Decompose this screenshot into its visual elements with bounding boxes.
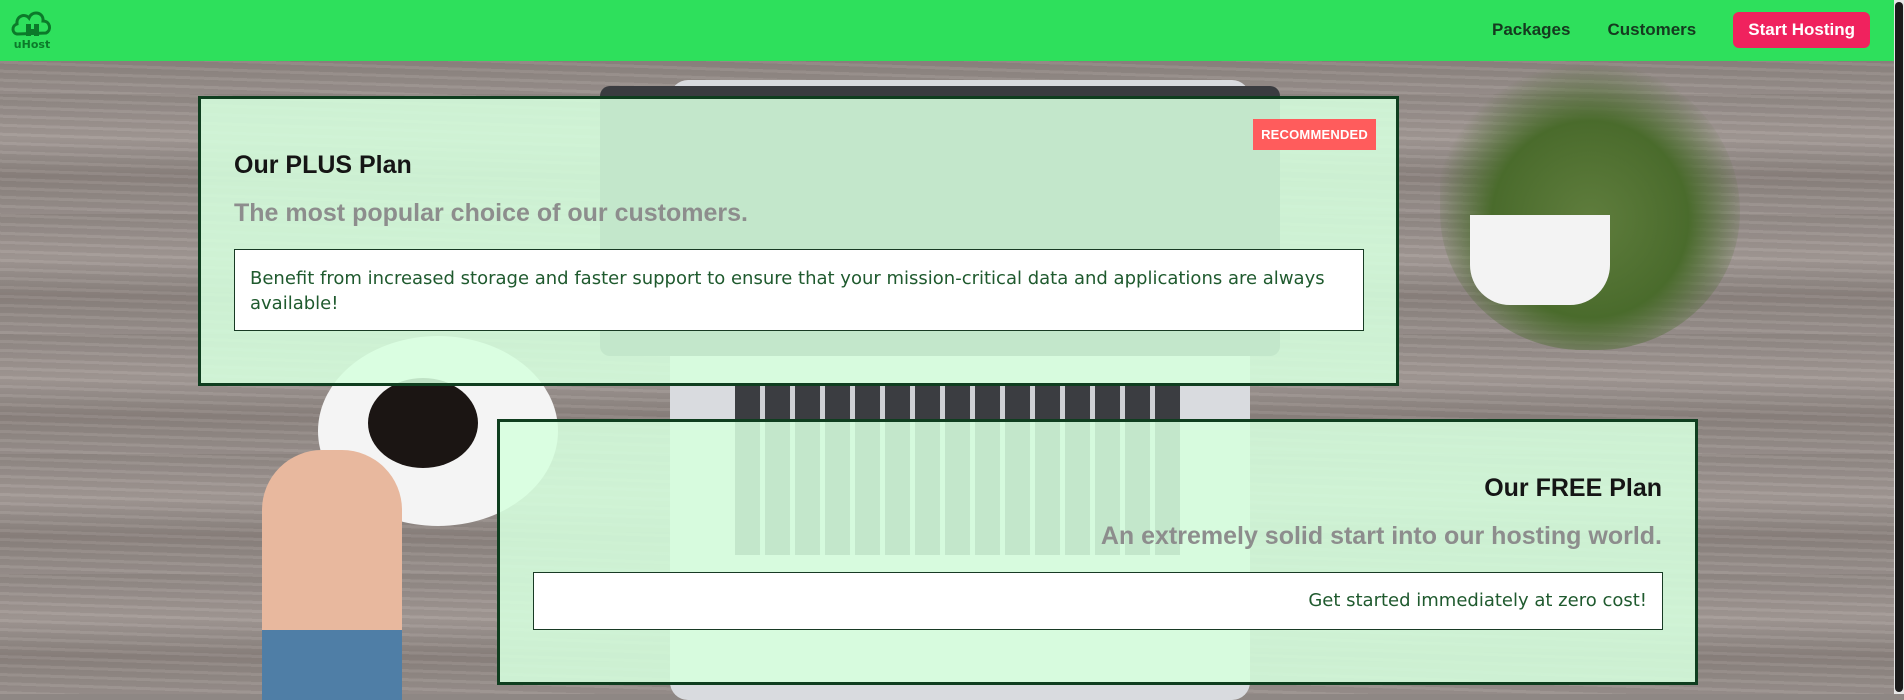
plan-subtitle: An extremely solid start into our hostin… [1100, 522, 1662, 550]
plan-title: Our PLUS Plan [234, 151, 412, 179]
plan-description: Benefit from increased storage and faste… [234, 249, 1364, 331]
background-hand [262, 450, 402, 650]
plan-card-plus[interactable]: RECOMMENDED Our PLUS Plan The most popul… [198, 96, 1399, 386]
nav-link-packages[interactable]: Packages [1492, 20, 1570, 40]
logo-text: uHost [13, 38, 51, 51]
plan-subtitle: The most popular choice of our customers… [234, 199, 748, 227]
nav-link-customers[interactable]: Customers [1607, 20, 1696, 40]
plan-description: Get started immediately at zero cost! [533, 572, 1663, 630]
scrollbar-thumb[interactable] [1895, 2, 1903, 692]
background-plant-pot [1470, 215, 1610, 305]
background-sleeve [262, 630, 402, 700]
background-plant [1440, 60, 1740, 350]
page-scrollbar[interactable] [1894, 0, 1904, 694]
start-hosting-button[interactable]: Start Hosting [1733, 12, 1870, 48]
background-coffee [368, 378, 478, 468]
main-nav: Packages Customers Start Hosting [1455, 12, 1870, 48]
recommended-badge: RECOMMENDED [1253, 119, 1376, 150]
main-header: uHost Packages Customers Start Hosting [0, 0, 1904, 61]
plan-title: Our FREE Plan [1484, 474, 1662, 502]
site-logo[interactable]: uHost [8, 4, 56, 52]
plan-card-free[interactable]: Our FREE Plan An extremely solid start i… [497, 419, 1698, 685]
